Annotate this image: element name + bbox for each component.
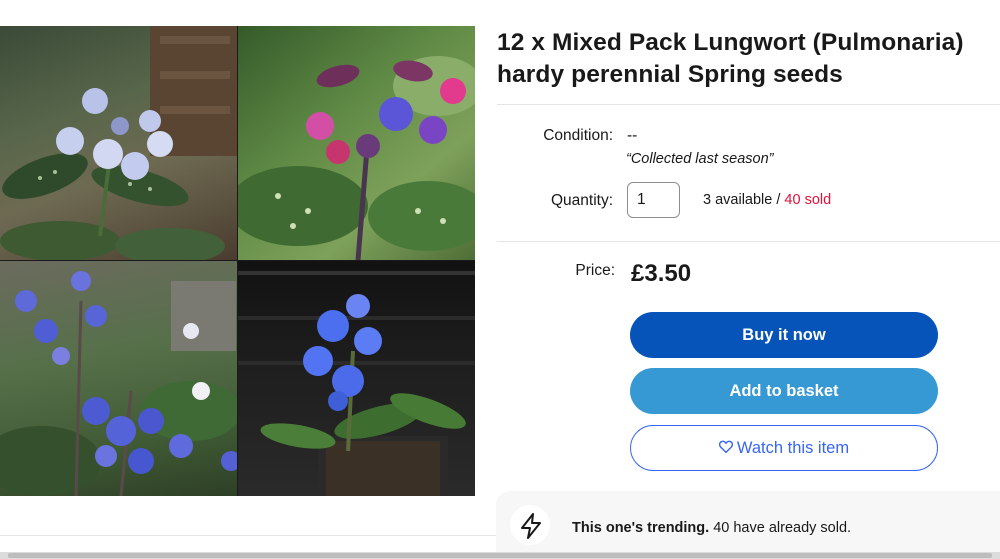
price-value: £3.50 <box>631 260 692 287</box>
add-to-basket-button[interactable]: Add to basket <box>630 368 938 414</box>
heart-icon <box>718 440 733 456</box>
sold-count-link[interactable]: 40 sold <box>784 192 831 208</box>
product-image-panel-1 <box>0 26 237 260</box>
product-image-panel-4 <box>238 261 475 496</box>
lightning-icon <box>510 505 550 545</box>
condition-label: Condition: <box>543 127 613 144</box>
quantity-label: Quantity: <box>550 192 613 209</box>
condition-value: -- <box>627 127 638 144</box>
product-image-panel-3 <box>0 261 237 496</box>
title-divider <box>497 104 1000 105</box>
quantity-input[interactable] <box>627 182 680 218</box>
scrollbar-thumb[interactable] <box>8 553 992 558</box>
product-title: 12 x Mixed Pack Lungwort (Pulmonaria) ha… <box>497 29 964 88</box>
condition-description: “Collected last season” <box>626 151 774 167</box>
available-count: 3 available <box>703 192 773 208</box>
buy-it-now-button[interactable]: Buy it now <box>630 312 938 358</box>
product-image-gallery[interactable] <box>0 26 475 496</box>
price-label: Price: <box>575 262 615 279</box>
trending-text: This one's trending. 40 have already sol… <box>572 520 852 536</box>
price-divider <box>497 241 1000 242</box>
gallery-divider <box>0 535 496 536</box>
trending-banner: This one's trending. 40 have already sol… <box>496 491 1000 553</box>
watch-item-button[interactable]: Watch this item <box>630 425 938 471</box>
product-image-panel-2 <box>238 26 475 260</box>
availability-text: 3 available / 40 sold <box>703 192 832 208</box>
